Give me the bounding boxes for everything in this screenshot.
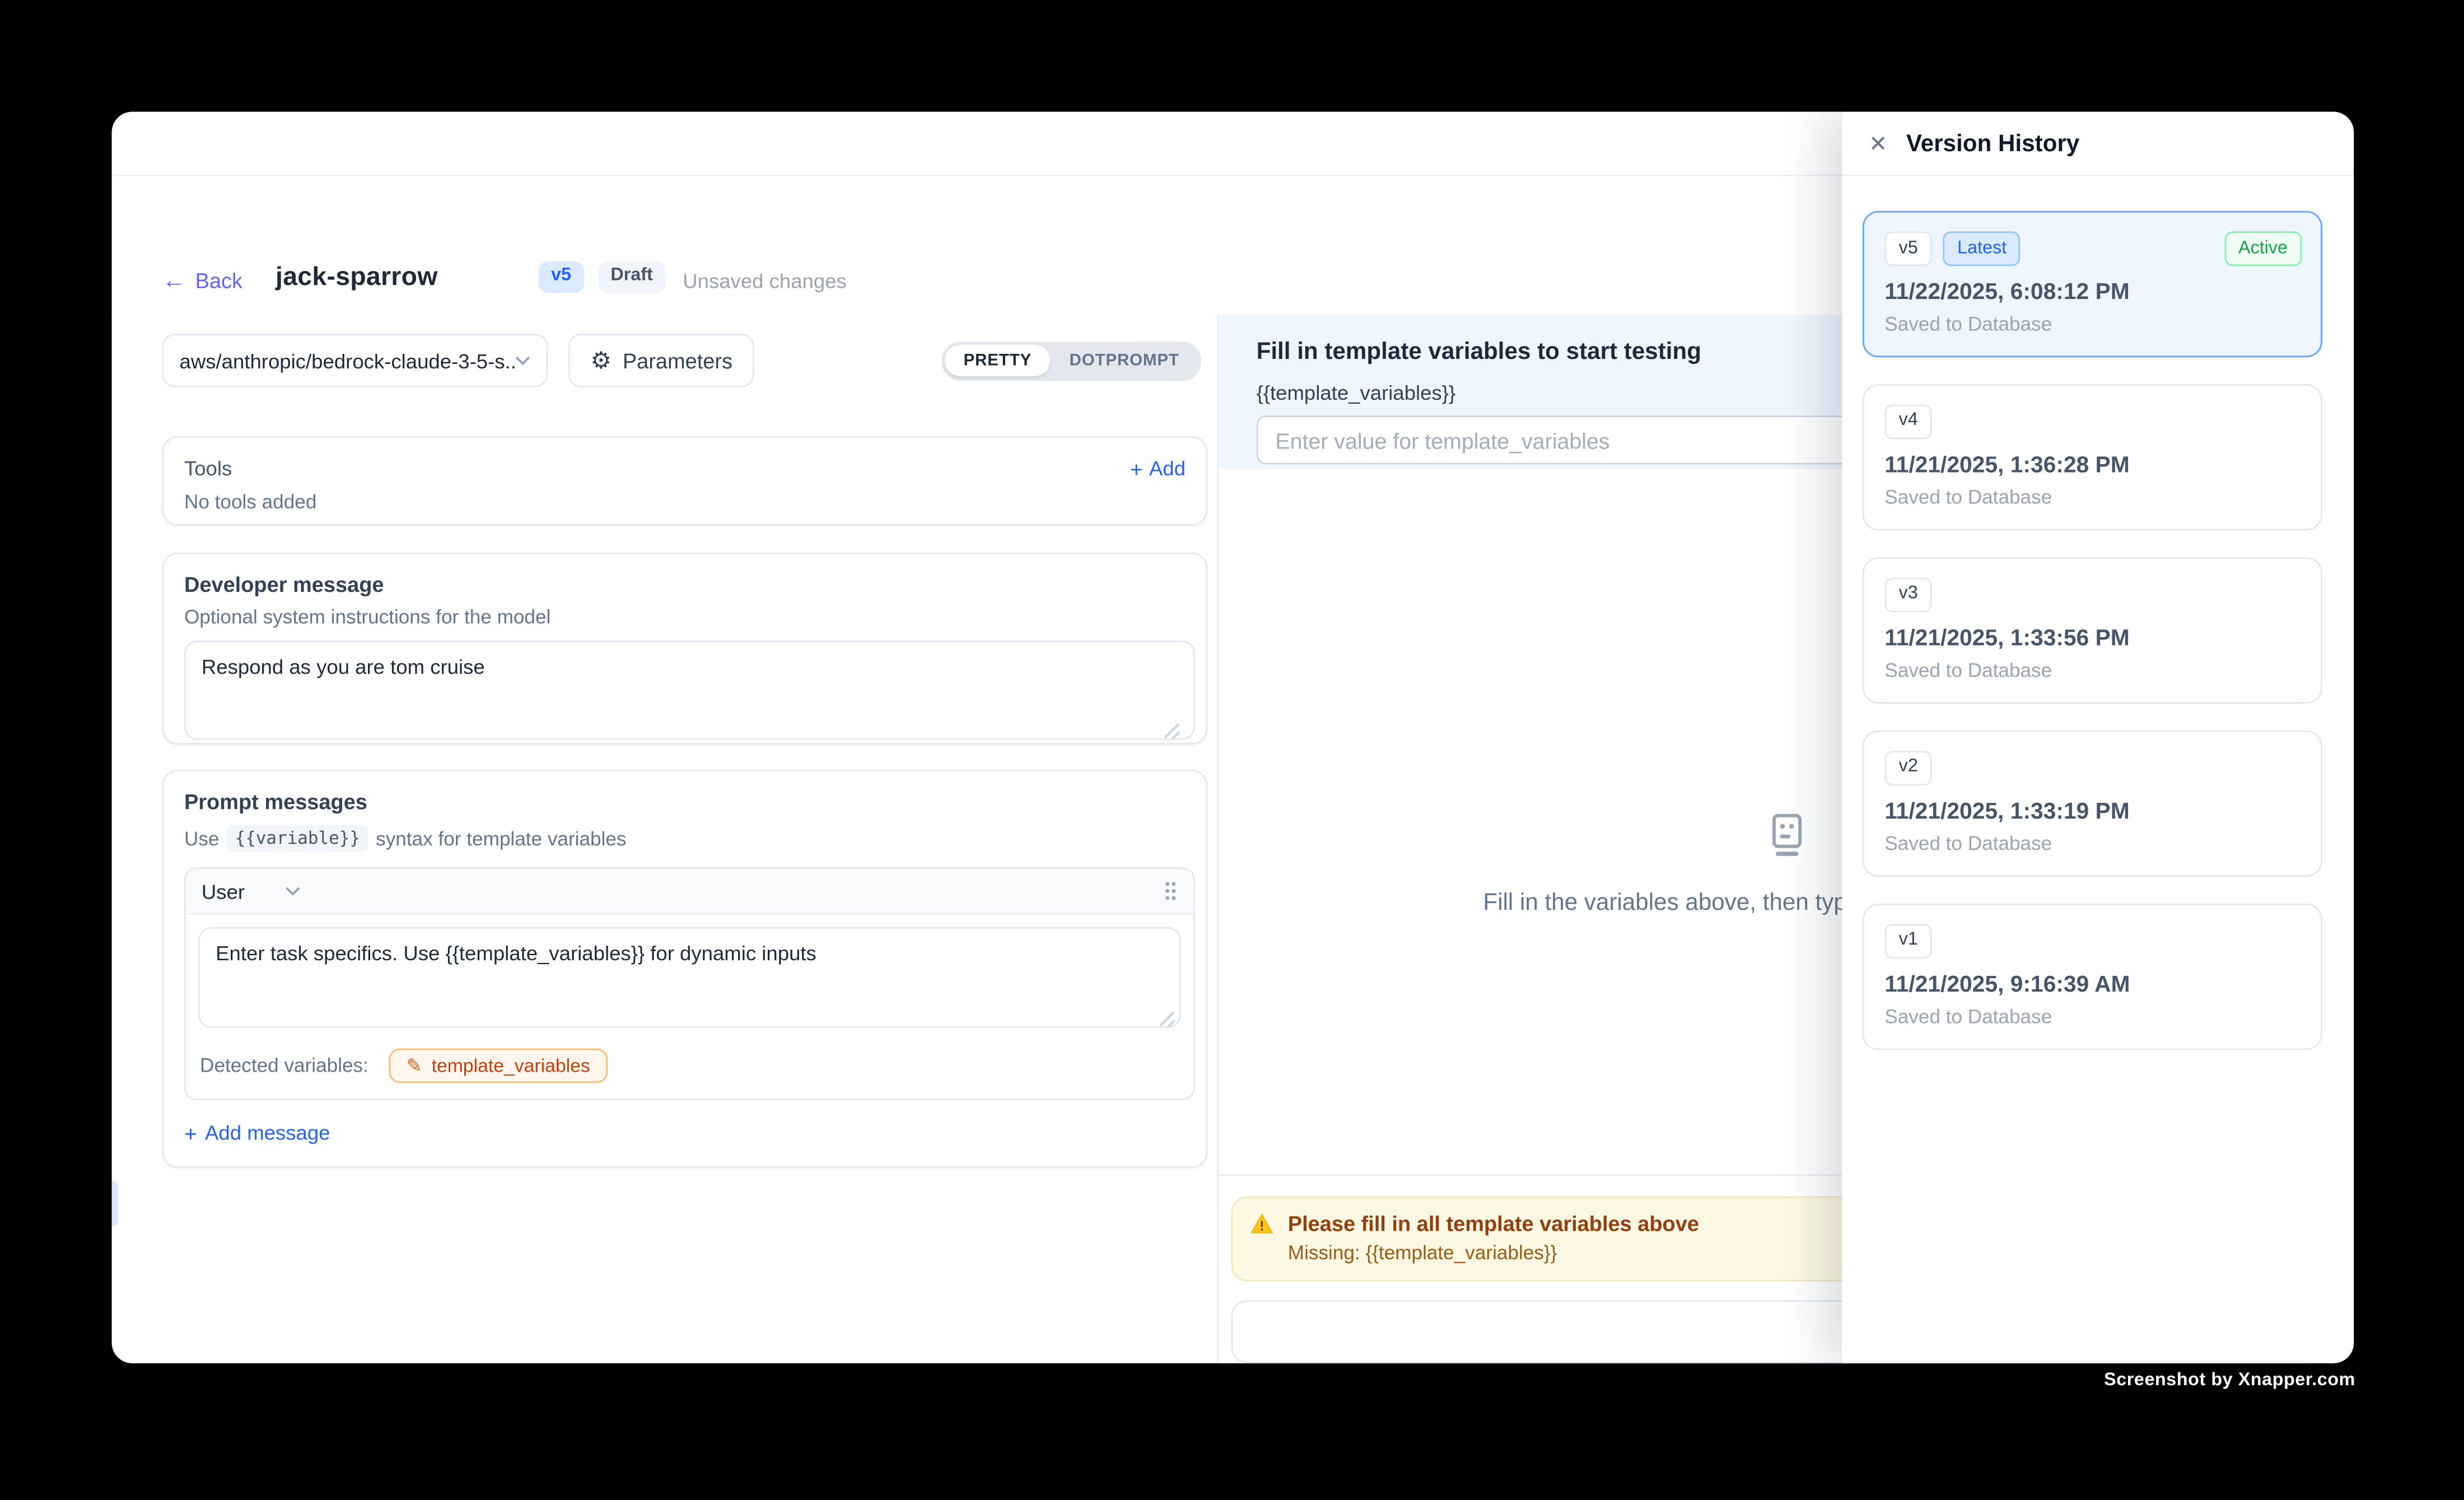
version-chips: v1 (1884, 924, 2302, 959)
version-number-badge: v1 (1884, 924, 1932, 959)
chevron-down-icon (286, 886, 301, 896)
message-block: User Enter task specifics. Use {{templat… (184, 867, 1195, 1100)
variable-syntax-chip: {{variable}} (227, 825, 368, 852)
version-card-v1[interactable]: v1 11/21/2025, 9:16:39 AM Saved to Datab… (1863, 903, 2322, 1049)
version-status: Saved to Database (1884, 1006, 2302, 1027)
version-card-v4[interactable]: v4 11/21/2025, 1:36:28 PM Saved to Datab… (1863, 384, 2322, 530)
developer-message-card: Developer message Optional system instru… (162, 553, 1208, 745)
version-status: Saved to Database (1884, 313, 2302, 335)
status-badge: Draft (598, 261, 665, 293)
detected-variable-chip[interactable]: ✎ template_variables (389, 1048, 607, 1083)
tools-card: Tools + Add No tools added (162, 436, 1208, 526)
watermark-text: Screenshot by Xnapper.com (2104, 1371, 2355, 1390)
robot-icon (1760, 807, 1814, 869)
model-select[interactable]: aws/anthropic/bedrock-claude-3-5-s... (162, 334, 548, 387)
role-select-value: User (202, 879, 245, 903)
version-chips: v2 (1884, 751, 2302, 786)
pencil-icon: ✎ (406, 1057, 422, 1076)
empty-state-text: Fill in the variables above, then typ (1483, 889, 1846, 916)
version-card-v5[interactable]: v5 Latest Active 11/22/2025, 6:08:12 PM … (1863, 211, 2322, 357)
back-arrow-icon: ← (162, 269, 186, 293)
message-header: User (186, 869, 1193, 915)
warning-title: Please fill in all template variables ab… (1288, 1212, 1699, 1236)
tools-header: Tools + Add (184, 456, 1186, 480)
subtitle-suffix: syntax for template variables (376, 827, 626, 849)
editor-column: aws/anthropic/bedrock-claude-3-5-s... ⚙ … (112, 315, 1217, 1363)
version-status: Saved to Database (1884, 486, 2302, 508)
version-chips: v5 Latest Active (1884, 231, 2302, 266)
back-label: Back (195, 269, 242, 293)
page-title: jack-sparrow (276, 263, 438, 293)
model-row: aws/anthropic/bedrock-claude-3-5-s... ⚙ … (162, 334, 1208, 387)
version-badge: v5 (539, 261, 584, 293)
role-select[interactable]: User (202, 879, 301, 903)
version-timestamp: 11/21/2025, 1:36:28 PM (1884, 453, 2302, 478)
version-number-badge: v2 (1884, 751, 1932, 786)
active-badge: Active (2224, 231, 2302, 266)
version-card-v3[interactable]: v3 11/21/2025, 1:33:56 PM Saved to Datab… (1863, 557, 2322, 703)
version-chips: v4 (1884, 404, 2302, 439)
add-message-label: Add message (205, 1121, 330, 1144)
drag-handle-icon[interactable] (1164, 880, 1178, 902)
version-number-badge: v5 (1884, 231, 1932, 266)
version-chips: v3 (1884, 577, 2302, 612)
version-number-badge: v3 (1884, 577, 1932, 612)
edge-peek-button[interactable] (112, 1181, 118, 1227)
prompt-messages-card: Prompt messages Use {{variable}} syntax … (162, 770, 1208, 1168)
add-tool-label: Add (1149, 456, 1186, 480)
latest-badge: Latest (1943, 231, 2021, 266)
developer-message-subtitle: Optional system instructions for the mod… (184, 606, 1186, 628)
detected-variable-name: template_variables (432, 1055, 590, 1077)
parameters-label: Parameters (623, 349, 732, 372)
version-status: Saved to Database (1884, 659, 2302, 681)
screenshot-stage: ← Back jack-sparrow v5 Draft Unsaved cha… (0, 0, 2464, 1500)
tools-empty-text: No tools added (184, 491, 1186, 513)
developer-textarea-wrap: Respond as you are tom cruise (184, 641, 1186, 747)
message-textarea[interactable]: Enter task specifics. Use {{template_var… (198, 927, 1180, 1028)
version-number-badge: v4 (1884, 404, 1932, 439)
warning-missing-text: Missing: {{template_variables}} (1288, 1242, 1699, 1264)
add-tool-button[interactable]: + Add (1130, 456, 1186, 480)
format-toggle: PRETTY DOTPROMPT (941, 341, 1201, 380)
plus-icon: + (1130, 457, 1143, 479)
gear-icon: ⚙ (590, 349, 612, 372)
version-history-header: ✕ Version History (1842, 112, 2354, 176)
close-icon[interactable]: ✕ (1869, 132, 1887, 154)
warning-icon (1250, 1212, 1273, 1236)
prompt-messages-subtitle: Use {{variable}} syntax for template var… (184, 825, 1186, 852)
version-timestamp: 11/22/2025, 6:08:12 PM (1884, 280, 2302, 305)
model-select-value: aws/anthropic/bedrock-claude-3-5-s... (180, 349, 515, 372)
version-list: v5 Latest Active 11/22/2025, 6:08:12 PM … (1842, 176, 2354, 1050)
detected-variables-label: Detected variables: (200, 1055, 368, 1077)
version-card-v2[interactable]: v2 11/21/2025, 1:33:19 PM Saved to Datab… (1863, 730, 2322, 876)
app-window: ← Back jack-sparrow v5 Draft Unsaved cha… (112, 112, 2354, 1363)
version-status: Saved to Database (1884, 833, 2302, 854)
version-history-panel: ✕ Version History v5 Latest Active 11/22… (1842, 112, 2354, 1363)
prompt-messages-title: Prompt messages (184, 790, 1186, 814)
message-body: Enter task specifics. Use {{template_var… (186, 914, 1193, 1099)
add-message-button[interactable]: + Add message (184, 1121, 1186, 1144)
warning-texts: Please fill in all template variables ab… (1288, 1212, 1699, 1264)
version-timestamp: 11/21/2025, 9:16:39 AM (1884, 973, 2302, 998)
plus-icon: + (184, 1122, 197, 1143)
toggle-dotprompt[interactable]: DOTPROMPT (1051, 344, 1198, 377)
version-history-title: Version History (1906, 130, 2079, 157)
unsaved-changes-label: Unsaved changes (683, 269, 847, 293)
toggle-pretty[interactable]: PRETTY (945, 344, 1051, 377)
subtitle-prefix: Use (184, 827, 220, 849)
version-timestamp: 11/21/2025, 1:33:19 PM (1884, 800, 2302, 825)
chevron-down-icon (515, 356, 530, 365)
developer-message-textarea[interactable]: Respond as you are tom cruise (184, 641, 1195, 740)
developer-message-title: Developer message (184, 573, 1186, 596)
version-timestamp: 11/21/2025, 1:33:56 PM (1884, 626, 2302, 651)
tools-title: Tools (184, 456, 232, 480)
back-button[interactable]: ← Back (162, 269, 242, 293)
detected-variables-row: Detected variables: ✎ template_variables (198, 1048, 1180, 1086)
parameters-button[interactable]: ⚙ Parameters (568, 334, 754, 387)
